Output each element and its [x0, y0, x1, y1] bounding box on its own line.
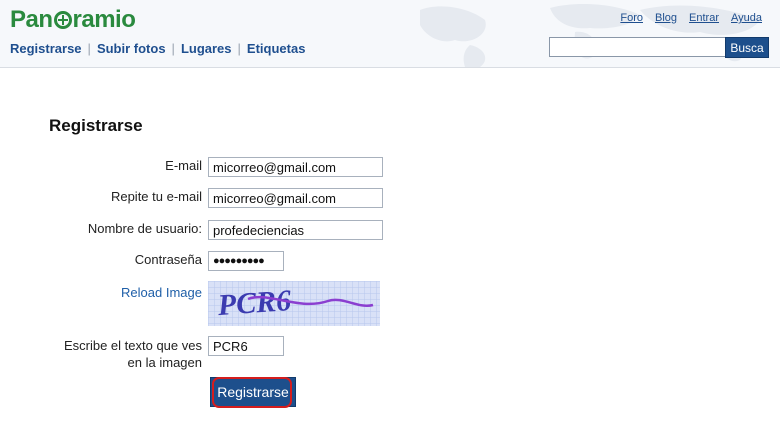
registrarse-button[interactable]: Registrarse — [210, 377, 296, 407]
captcha-text: PCR6 — [216, 284, 292, 322]
submit-wrap: Registrarse — [210, 377, 296, 407]
nav-registrarse[interactable]: Registrarse — [10, 41, 82, 56]
repeat-email-field[interactable] — [208, 188, 383, 208]
nav-subir-fotos[interactable]: Subir fotos — [97, 41, 166, 56]
site-header: Pan ramio Registrarse | Subir fotos | Lugares… — [0, 0, 780, 68]
password-field[interactable] — [208, 251, 284, 271]
nav-separator: | — [171, 41, 175, 56]
nav-separator: | — [87, 41, 91, 56]
nav-lugares[interactable]: Lugares — [181, 41, 232, 56]
email-label: E-mail — [165, 158, 202, 173]
panoramio-logo[interactable]: Pan ramio — [10, 6, 136, 34]
username-field[interactable] — [208, 220, 383, 240]
captcha-image: PCR6 — [208, 281, 380, 326]
logo-globe-icon — [53, 11, 72, 29]
username-label: Nombre de usuario: — [87, 221, 202, 236]
link-foro[interactable]: Foro — [620, 12, 643, 24]
link-blog[interactable]: Blog — [655, 12, 677, 24]
main-nav: Registrarse | Subir fotos | Lugares | Etiqueta… — [10, 41, 305, 56]
captcha-label: Escribe el texto que ves en la imagen — [63, 338, 202, 370]
search-button[interactable]: Busca — [725, 37, 769, 58]
repeat-email-label: Repite tu e-mail — [110, 189, 202, 204]
captcha-input[interactable] — [208, 336, 284, 356]
password-label: Contraseña — [134, 252, 202, 267]
page-title: Registrarse — [49, 116, 143, 135]
email-field[interactable] — [208, 157, 383, 177]
search-input[interactable] — [549, 37, 727, 57]
nav-separator: | — [237, 41, 241, 56]
reload-image-link[interactable]: Reload Image — [121, 285, 202, 300]
nav-etiquetas[interactable]: Etiquetas — [247, 41, 306, 56]
top-links: Foro Blog Entrar Ayuda — [608, 12, 762, 24]
link-ayuda[interactable]: Ayuda — [731, 12, 762, 24]
link-entrar[interactable]: Entrar — [689, 12, 719, 24]
